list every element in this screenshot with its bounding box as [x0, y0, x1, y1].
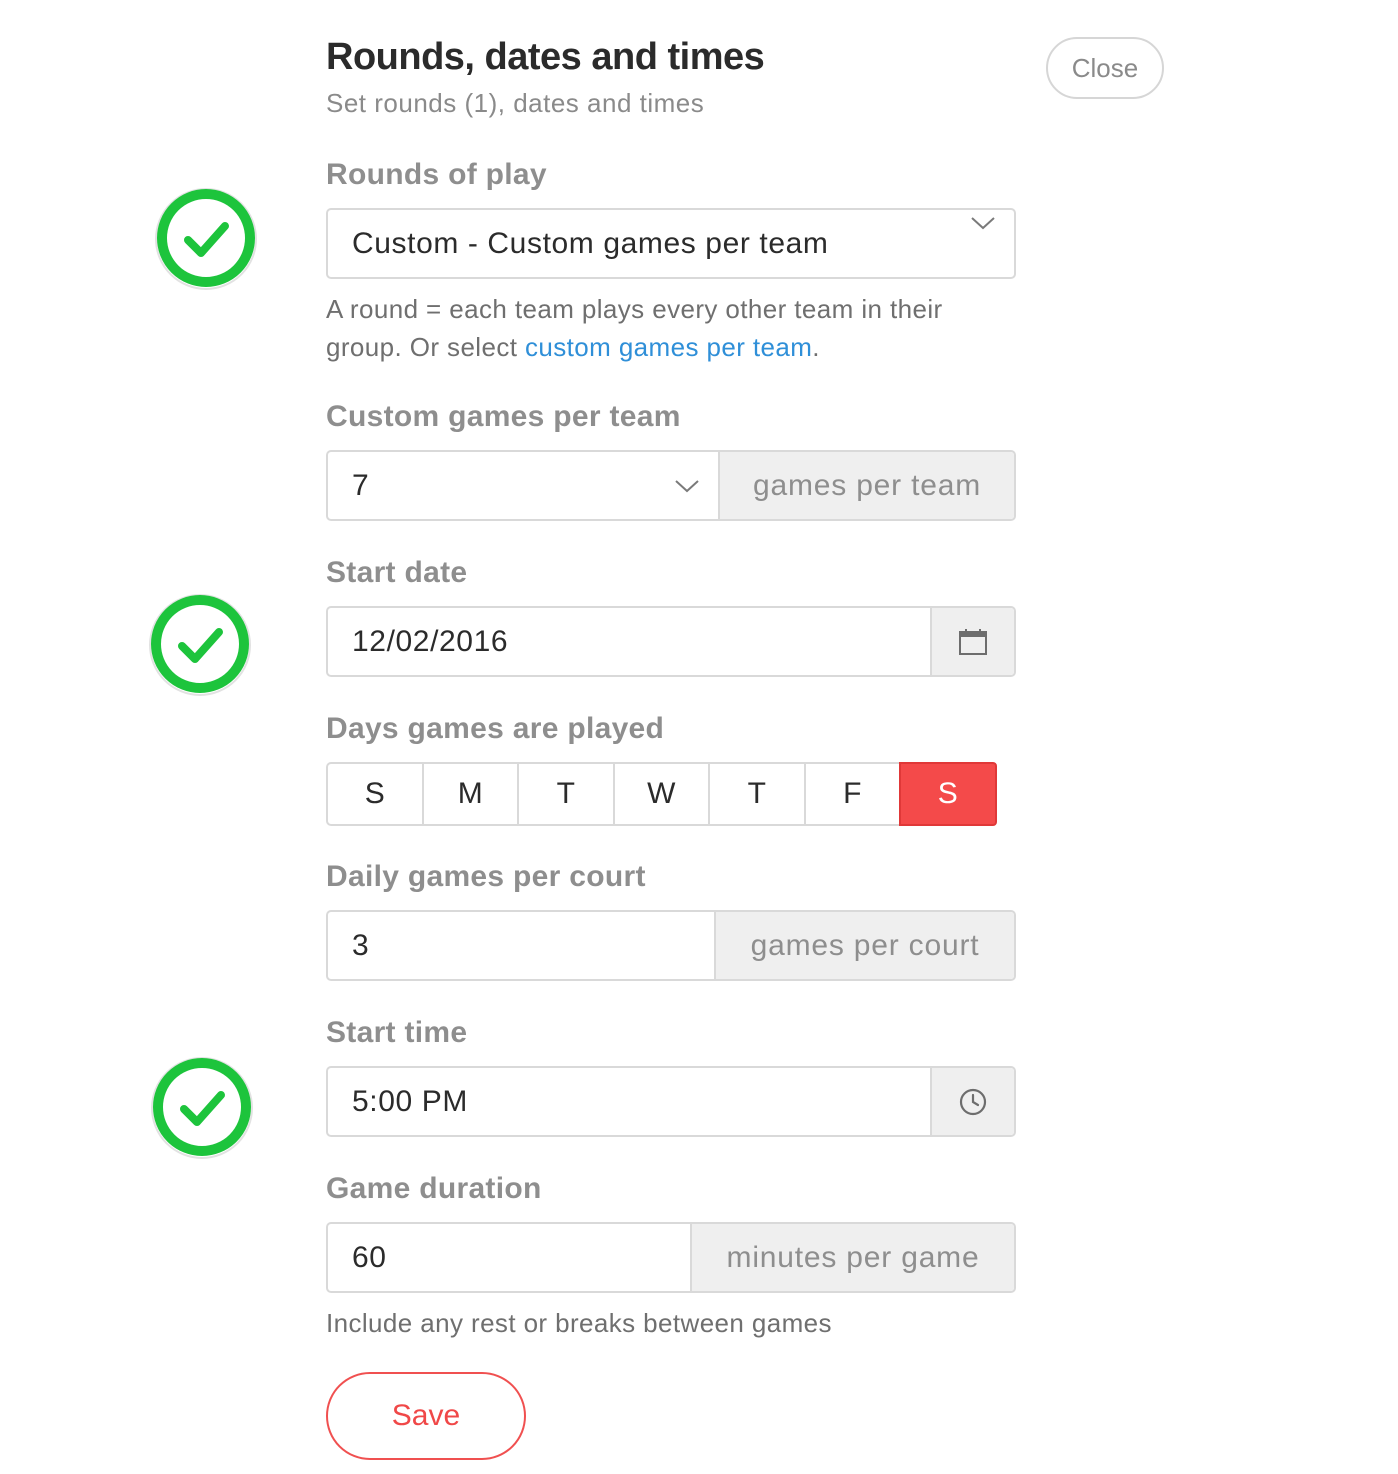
custom-games-value: 7	[352, 468, 370, 502]
daily-games-label: Daily games per court	[326, 860, 646, 893]
days-picker: S M T W T F S	[326, 762, 997, 826]
start-time-input[interactable]: 5:00 PM	[328, 1068, 930, 1135]
close-button[interactable]: Close	[1046, 37, 1164, 99]
rounds-help-line1: A round = each team plays every other te…	[326, 294, 943, 324]
check-circle-icon	[149, 594, 251, 696]
rounds-select[interactable]: Custom - Custom games per team	[326, 208, 1016, 279]
day-thursday[interactable]: T	[708, 762, 806, 826]
rounds-help-text: group. Or select	[326, 332, 525, 362]
rounds-help: A round = each team plays every other te…	[326, 290, 943, 366]
duration-addon: minutes per game	[690, 1224, 1014, 1291]
rounds-select-value: Custom - Custom games per team	[352, 226, 829, 260]
custom-games-addon: games per team	[718, 452, 1014, 519]
calendar-button[interactable]	[930, 608, 1014, 675]
custom-games-label: Custom games per team	[326, 400, 681, 433]
custom-games-select[interactable]: 7	[328, 452, 718, 519]
rounds-label: Rounds of play	[326, 158, 547, 191]
page-title: Rounds, dates and times	[326, 36, 765, 78]
daily-games-addon: games per court	[714, 912, 1014, 979]
clock-button[interactable]	[930, 1068, 1014, 1135]
start-date-input[interactable]: 12/02/2016	[328, 608, 930, 675]
daily-games-field: 3 games per court	[326, 910, 1016, 981]
daily-games-input[interactable]: 3	[328, 912, 714, 979]
day-friday[interactable]: F	[803, 762, 901, 826]
start-time-field: 5:00 PM	[326, 1066, 1016, 1137]
chevron-down-icon	[674, 473, 700, 499]
check-circle-icon	[155, 188, 257, 290]
start-date-label: Start date	[326, 556, 468, 589]
day-tuesday[interactable]: T	[517, 762, 615, 826]
page-subtitle: Set rounds (1), dates and times	[326, 88, 705, 118]
start-date-field: 12/02/2016	[326, 606, 1016, 677]
rounds-help-line2: group. Or select custom games per team.	[326, 328, 943, 366]
day-wednesday[interactable]: W	[612, 762, 710, 826]
save-button[interactable]: Save	[326, 1372, 526, 1460]
check-circle-icon	[151, 1057, 253, 1159]
custom-games-link[interactable]: custom games per team	[525, 332, 812, 362]
clock-icon	[959, 1088, 987, 1115]
day-monday[interactable]: M	[421, 762, 519, 826]
rounds-help-period: .	[812, 332, 820, 362]
duration-label: Game duration	[326, 1172, 542, 1205]
custom-games-field: 7 games per team	[326, 450, 1016, 521]
days-label: Days games are played	[326, 712, 665, 745]
duration-help: Include any rest or breaks between games	[326, 1308, 832, 1338]
duration-input[interactable]: 60	[328, 1224, 690, 1291]
chevron-down-icon	[970, 210, 996, 236]
duration-field: 60 minutes per game	[326, 1222, 1016, 1293]
day-saturday[interactable]: S	[899, 762, 997, 826]
day-sunday[interactable]: S	[326, 762, 424, 826]
calendar-icon	[959, 628, 987, 655]
start-time-label: Start time	[326, 1016, 468, 1049]
